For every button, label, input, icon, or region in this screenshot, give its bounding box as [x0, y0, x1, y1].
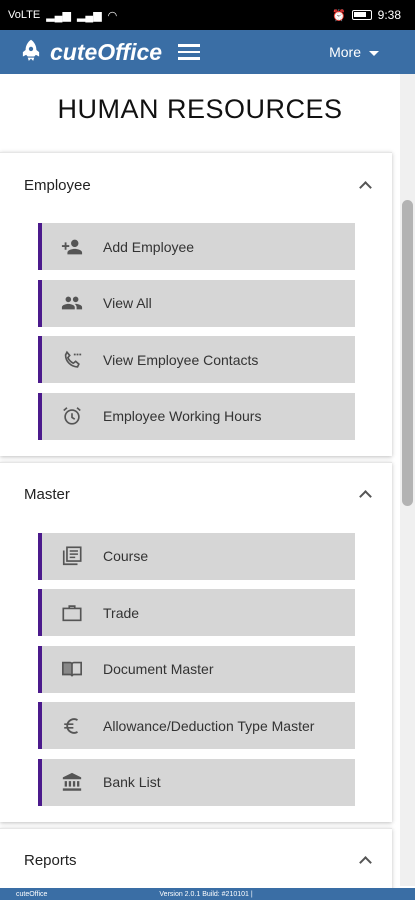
menu-item-allowance-deduction-type-master[interactable]: Allowance/Deduction Type Master — [38, 702, 355, 749]
menu-item-course[interactable]: Course — [38, 532, 355, 580]
briefcase-icon — [60, 601, 84, 625]
phone-icon — [60, 348, 84, 372]
footer-version: Version 2.0.1 Build: #210101 | — [159, 890, 253, 898]
menu-item-bank-list[interactable]: Bank List — [38, 758, 355, 806]
menu-item-view-all[interactable]: View All — [38, 279, 355, 327]
battery-icon — [351, 10, 372, 20]
app-bar: cuteOffice More — [0, 30, 415, 74]
section-reports: Reports — [0, 827, 392, 889]
chevron-up-icon — [359, 180, 372, 194]
scrollbar-track[interactable] — [400, 74, 415, 886]
section-header-employee[interactable]: Employee — [0, 153, 392, 217]
chevron-up-icon — [359, 856, 372, 869]
rocket-icon — [18, 37, 44, 68]
menu-item-label: Trade — [103, 604, 140, 621]
signal-icon: ▂▄▆ — [46, 9, 71, 22]
menu-item-employee-working-hours[interactable]: Employee Working Hours — [38, 392, 355, 440]
wifi-icon: ◠ — [107, 9, 118, 22]
bank-icon — [60, 770, 84, 794]
chevron-up-icon — [359, 490, 372, 503]
menu-item-trade[interactable]: Trade — [38, 589, 355, 636]
signal-icon-2: ▂▄▆ — [76, 9, 102, 22]
menu-item-label: Employee Working Hours — [103, 408, 262, 424]
section-master: Master Course Trade Document Master Allo… — [0, 461, 392, 822]
menu-item-view-employee-contacts[interactable]: View Employee Contacts — [38, 336, 355, 383]
page-title: HUMAN RESOURCES — [57, 94, 343, 124]
library-books-icon — [60, 544, 84, 568]
scrollbar-thumb[interactable] — [402, 200, 413, 506]
section-title: Reports — [24, 852, 77, 869]
section-employee: Employee Add Employee View All View Empl… — [0, 152, 392, 456]
menu-item-label: Allowance/Deduction Type Master — [103, 717, 315, 734]
volte-indicator: VoLTE — [8, 9, 41, 21]
menu-item-label: Bank List — [103, 774, 161, 790]
status-time: 9:38 — [377, 8, 401, 22]
menu-item-label: Course — [103, 548, 149, 564]
more-label: More — [329, 44, 361, 60]
menu-item-document-master[interactable]: Document Master — [38, 645, 355, 693]
menu-item-label: Document Master — [103, 661, 214, 677]
book-icon — [60, 657, 84, 681]
menu-icon[interactable] — [178, 44, 201, 60]
menu-item-label: View All — [103, 295, 152, 311]
brand[interactable]: cuteOffice — [18, 37, 162, 68]
menu-item-label: View Employee Contacts — [103, 351, 259, 368]
section-title: Master — [24, 486, 70, 503]
caret-down-icon — [369, 50, 379, 56]
section-title: Employee — [24, 176, 91, 194]
alarm-clock-icon — [60, 404, 84, 428]
people-icon — [60, 291, 84, 315]
footer-app-name: cuteOffice — [16, 890, 48, 898]
add-person-icon — [60, 235, 84, 259]
status-bar: VoLTE ▂▄▆ ▂▄▆ ◠ ⏰ 9:38 — [0, 0, 415, 30]
menu-item-label: Add Employee — [103, 238, 195, 255]
euro-icon — [60, 714, 84, 738]
footer: cuteOffice Version 2.0.1 Build: #210101 … — [0, 888, 415, 900]
alarm-icon: ⏰ — [331, 9, 346, 22]
section-header-master[interactable]: Master — [0, 463, 392, 527]
more-dropdown[interactable]: More — [329, 44, 403, 60]
main-content: HUMAN RESOURCES Employee Add Employee Vi… — [0, 74, 400, 888]
menu-item-add-employee[interactable]: Add Employee — [38, 223, 355, 270]
app-title: cuteOffice — [50, 38, 163, 65]
section-header-reports[interactable]: Reports — [0, 829, 392, 889]
